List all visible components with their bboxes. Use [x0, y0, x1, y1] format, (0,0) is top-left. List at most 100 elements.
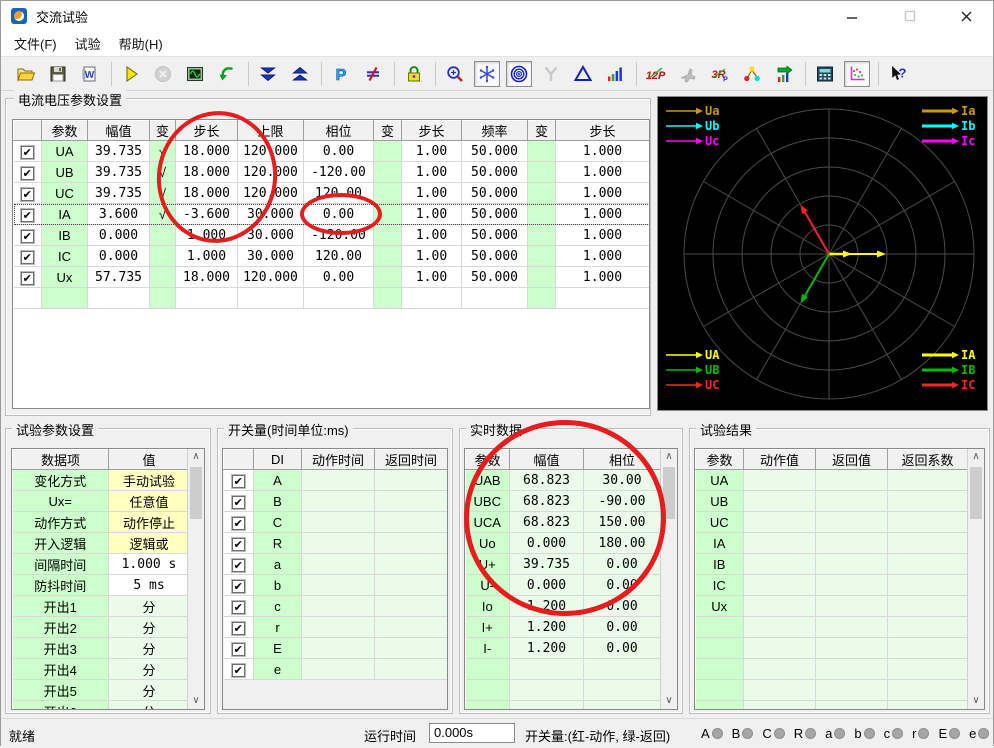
vertical-scrollbar[interactable]: ∧ ∨ — [660, 449, 677, 709]
cell-param[interactable]: IB — [41, 224, 88, 246]
waveform-window-button[interactable] — [182, 61, 208, 87]
cell-enable[interactable]: ✔ — [13, 245, 42, 267]
row-checkbox[interactable]: ✔ — [231, 558, 245, 572]
cell-res-param[interactable]: UA — [695, 469, 744, 491]
cell-item-value[interactable]: 任意值 — [108, 490, 190, 512]
cell-action-value[interactable] — [743, 490, 816, 512]
row-checkbox[interactable]: ✔ — [20, 271, 34, 285]
cell-return-value[interactable] — [815, 700, 888, 709]
cell-rt-param[interactable] — [465, 658, 510, 680]
cell-action-time[interactable] — [301, 637, 375, 659]
cell-freq-step[interactable]: 1.000 — [555, 203, 649, 225]
cell-item-value[interactable]: 1.000 s — [108, 553, 190, 575]
cell-amp-vary[interactable]: √ — [149, 203, 176, 225]
cell-action-time[interactable] — [301, 532, 375, 554]
cell-amplitude[interactable]: 0.000 — [87, 224, 150, 246]
lock-button[interactable] — [401, 61, 427, 87]
menu-item-file[interactable]: 文件(F) — [5, 31, 66, 56]
cell-return-time[interactable] — [374, 511, 447, 533]
row-checkbox[interactable]: ✔ — [231, 537, 245, 551]
cell-rt-amplitude[interactable]: 0.000 — [509, 574, 584, 596]
cell-action-value[interactable] — [743, 511, 816, 533]
cell-rt-param[interactable]: U+ — [465, 553, 510, 575]
cell-return-value[interactable] — [815, 511, 888, 533]
wye-button[interactable] — [538, 61, 564, 87]
cell-di-enable[interactable]: ✔ — [223, 637, 254, 659]
cell-return-time[interactable] — [374, 469, 447, 491]
cell-amp-vary[interactable]: √ — [149, 182, 176, 204]
cell-phase-step[interactable]: 1.00 — [401, 182, 462, 204]
cell-return-ratio[interactable] — [887, 490, 968, 512]
cell-empty[interactable] — [461, 287, 528, 309]
cell-item-name[interactable]: 间隔时间 — [12, 553, 109, 575]
cell-return-value[interactable] — [815, 595, 888, 617]
cell-di-name[interactable]: R — [253, 532, 302, 554]
cell-rt-amplitude[interactable] — [509, 679, 584, 701]
cell-action-time[interactable] — [301, 595, 375, 617]
cell-rt-param[interactable]: UAB — [465, 469, 510, 491]
cell-rt-amplitude[interactable]: 68.823 — [509, 511, 584, 533]
cell-return-value[interactable] — [815, 553, 888, 575]
cell-freq-vary[interactable] — [527, 182, 556, 204]
row-checkbox[interactable]: ✔ — [20, 145, 34, 159]
cell-return-ratio[interactable] — [887, 679, 968, 701]
row-checkbox[interactable]: ✔ — [231, 621, 245, 635]
cell-rt-param[interactable]: Io — [465, 595, 510, 617]
row-checkbox[interactable]: ✔ — [20, 229, 34, 243]
cell-amplitude[interactable]: 39.735 — [87, 182, 150, 204]
row-checkbox[interactable]: ✔ — [231, 579, 245, 593]
cell-di-name[interactable]: r — [253, 616, 302, 638]
cell-item-name[interactable]: 开出3 — [12, 637, 109, 659]
scroll-down-arrow[interactable]: ∨ — [968, 693, 984, 709]
cell-upper-limit[interactable]: 30.000 — [237, 245, 304, 267]
cell-return-ratio[interactable] — [887, 658, 968, 680]
scroll-up-arrow[interactable]: ∧ — [968, 449, 984, 465]
molecule-button[interactable] — [739, 61, 765, 87]
cell-return-time[interactable] — [374, 658, 447, 680]
cell-item-value[interactable]: 5 ms — [108, 574, 190, 596]
scroll-down-arrow[interactable]: ∨ — [661, 693, 677, 709]
cell-upper-limit[interactable]: 120.000 — [237, 161, 304, 183]
cell-enable[interactable]: ✔ — [13, 224, 42, 246]
cell-res-param[interactable] — [695, 637, 744, 659]
cell-item-name[interactable]: 开出5 — [12, 679, 109, 701]
cell-enable[interactable]: ✔ — [13, 161, 42, 183]
cell-return-ratio[interactable] — [887, 637, 968, 659]
row-checkbox[interactable]: ✔ — [231, 642, 245, 656]
cell-action-value[interactable] — [743, 553, 816, 575]
cell-freq-vary[interactable] — [527, 224, 556, 246]
cell-enable[interactable]: ✔ — [13, 266, 42, 288]
cell-rt-param[interactable]: I- — [465, 637, 510, 659]
cell-return-ratio[interactable] — [887, 553, 968, 575]
cell-amp-vary[interactable] — [149, 224, 176, 246]
cell-return-ratio[interactable] — [887, 511, 968, 533]
scroll-down-arrow[interactable]: ∨ — [188, 693, 204, 709]
cell-amp-step[interactable]: 18.000 — [175, 266, 238, 288]
cell-rt-param[interactable] — [465, 700, 510, 709]
cell-amplitude[interactable]: 57.735 — [87, 266, 150, 288]
cell-rt-phase[interactable]: 0.00 — [583, 574, 661, 596]
cell-action-value[interactable] — [743, 532, 816, 554]
cell-return-value[interactable] — [815, 469, 888, 491]
step-up-button[interactable] — [287, 61, 313, 87]
row-checkbox[interactable]: ✔ — [231, 516, 245, 530]
row-checkbox[interactable]: ✔ — [20, 187, 34, 201]
cell-phase-step[interactable]: 1.00 — [401, 161, 462, 183]
cell-di-enable[interactable]: ✔ — [223, 532, 254, 554]
cell-phase-step[interactable]: 1.00 — [401, 224, 462, 246]
cell-di-name[interactable]: a — [253, 553, 302, 575]
cell-return-ratio[interactable] — [887, 616, 968, 638]
cell-phase-step[interactable]: 1.00 — [401, 266, 462, 288]
cell-amp-step[interactable]: 1.000 — [175, 245, 238, 267]
cell-phase-step[interactable]: 1.00 — [401, 245, 462, 267]
cell-return-time[interactable] — [374, 595, 447, 617]
row-checkbox[interactable]: ✔ — [20, 166, 34, 180]
export-chart-button[interactable] — [771, 61, 797, 87]
cell-param[interactable]: IA — [41, 203, 88, 225]
cell-phase-step[interactable]: 1.00 — [401, 203, 462, 225]
cell-amp-step[interactable]: 18.000 — [175, 161, 238, 183]
cell-freq-step[interactable]: 1.000 — [555, 182, 649, 204]
cell-empty[interactable] — [41, 287, 88, 309]
cell-rt-phase[interactable]: 180.00 — [583, 532, 661, 554]
cell-rt-amplitude[interactable]: 0.000 — [509, 532, 584, 554]
